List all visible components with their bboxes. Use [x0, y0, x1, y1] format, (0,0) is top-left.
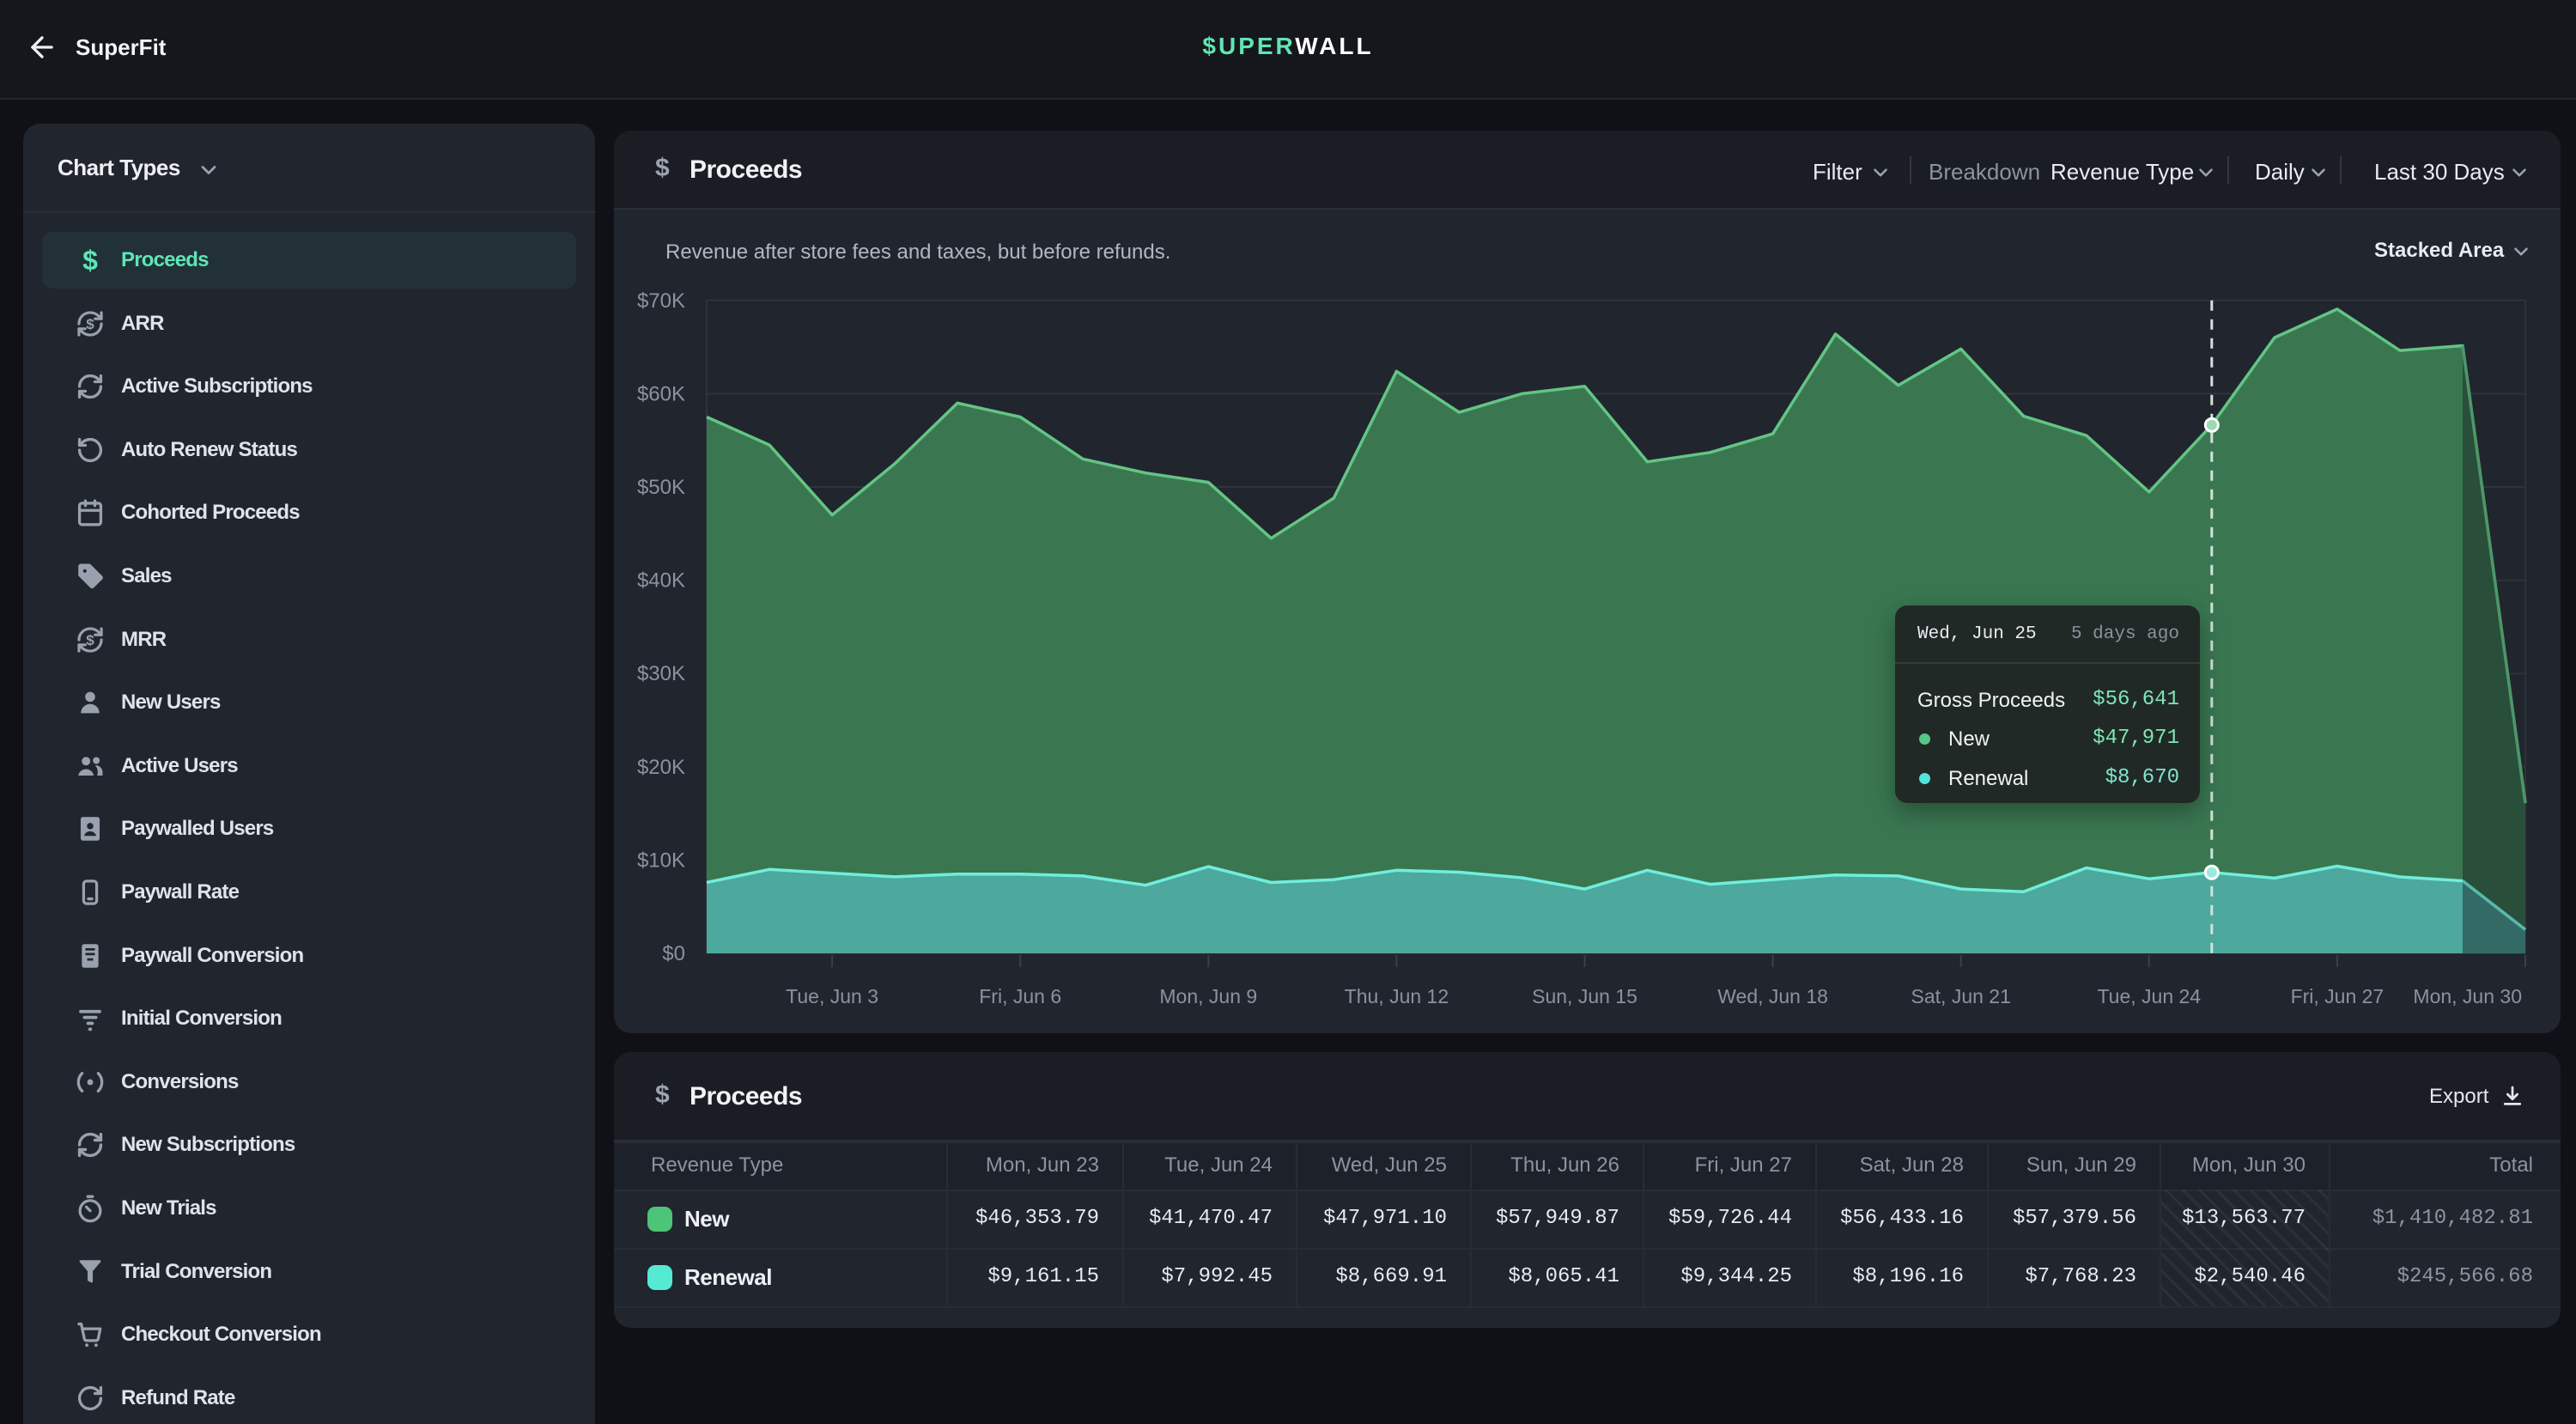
svg-text:Mon, Jun 30: Mon, Jun 30: [2413, 985, 2522, 1007]
svg-text:$60K: $60K: [637, 382, 685, 405]
svg-text:$: $: [86, 632, 94, 648]
svg-text:Tue, Jun 3: Tue, Jun 3: [786, 985, 878, 1007]
svg-text:Tue, Jun 24: Tue, Jun 24: [2097, 985, 2201, 1007]
svg-text:Fri, Jun 6: Fri, Jun 6: [979, 985, 1061, 1007]
svg-text:Wed, Jun 18: Wed, Jun 18: [1717, 985, 1828, 1007]
svg-text:$: $: [82, 246, 98, 275]
svg-text:$0: $0: [662, 942, 685, 965]
svg-text:$50K: $50K: [637, 476, 685, 499]
svg-text:Fri, Jun 27: Fri, Jun 27: [2291, 985, 2385, 1007]
svg-text:$40K: $40K: [637, 569, 685, 593]
svg-text:Mon, Jun 9: Mon, Jun 9: [1159, 985, 1257, 1007]
svg-text:$20K: $20K: [637, 756, 685, 779]
svg-text:Sat, Jun 21: Sat, Jun 21: [1911, 985, 2011, 1007]
svg-text:Sun, Jun 15: Sun, Jun 15: [1532, 985, 1637, 1007]
svg-text:$30K: $30K: [637, 662, 685, 685]
svg-text:$10K: $10K: [637, 849, 685, 872]
svg-text:$70K: $70K: [637, 289, 685, 313]
svg-text:Thu, Jun 12: Thu, Jun 12: [1345, 985, 1449, 1007]
svg-text:$: $: [86, 316, 94, 332]
